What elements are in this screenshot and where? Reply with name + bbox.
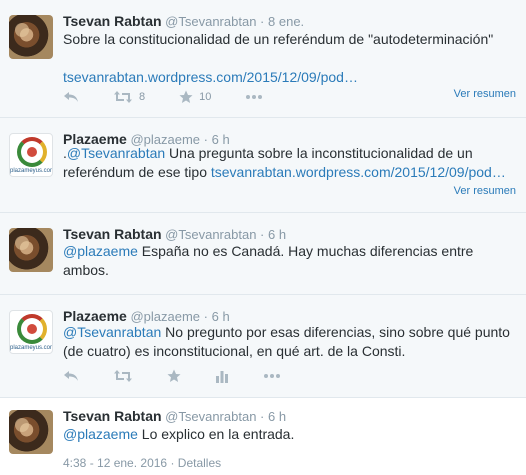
tweet[interactable]: Tsevan Rabtan @Tsevanrabtan · 6 h @plaza… [0,398,526,475]
view-summary-link[interactable]: Ver resumen [454,88,516,100]
author-handle[interactable]: @Tsevanrabtan [165,14,256,29]
author-handle[interactable]: @plazaeme [130,309,200,324]
avatar[interactable] [9,228,53,272]
tweet-text: .@Tsevanrabtan Una pregunta sobre la inc… [63,144,513,182]
avatar[interactable]: plazameyus.com [9,310,53,354]
conversation-thread: Tsevan Rabtan @Tsevanrabtan · 8 ene. Sob… [0,0,526,475]
tweet-actions [63,367,315,385]
star-icon[interactable] [167,369,181,383]
mention-link[interactable]: @Tsevanrabtan [63,324,161,340]
tweet-header: Tsevan Rabtan @Tsevanrabtan · 8 ene. [63,13,304,29]
author-handle[interactable]: @Tsevanrabtan [165,409,256,424]
tweet[interactable]: Tsevan Rabtan @Tsevanrabtan · 6 h @plaza… [0,213,526,295]
avatar[interactable] [9,15,53,59]
tweet-text: Sobre la constitucionalidad de un referé… [63,30,513,87]
tweet-text: @plazaeme Lo explico en la entrada. [63,425,513,444]
avatar[interactable]: plazameyus.com [9,133,53,177]
mention-link[interactable]: @Tsevanrabtan [67,145,165,161]
tweet-meta: 4:38 - 12 ene. 2016 · Detalles [63,456,221,470]
tweet-text: @plazaeme España no es Canadá. Hay mucha… [63,242,513,280]
tweet-header: Tsevan Rabtan @Tsevanrabtan · 6 h [63,226,286,242]
tweet-text-line: Lo explico en la entrada. [137,426,295,442]
mention-link[interactable]: @plazaeme [63,426,138,442]
tweet[interactable]: plazameyus.com Plazaeme @plazaeme · 6 h … [0,118,526,213]
author-name[interactable]: Plazaeme [63,308,127,324]
reply-icon[interactable] [63,90,79,104]
mention-link[interactable]: @plazaeme [63,243,138,259]
retweet-icon [113,90,133,104]
separator: · [170,456,178,470]
reply-icon[interactable] [63,369,79,383]
tweet-time[interactable]: 8 ene. [268,14,304,29]
author-name[interactable]: Tsevan Rabtan [63,408,162,424]
tweet-header: Tsevan Rabtan @Tsevanrabtan · 6 h [63,408,286,424]
tweet-text-line: Sobre la constitucionalidad de un referé… [63,31,494,47]
tweet[interactable]: Tsevan Rabtan @Tsevanrabtan · 8 ene. Sob… [0,0,526,118]
author-name[interactable]: Tsevan Rabtan [63,13,162,29]
details-link[interactable]: Detalles [178,456,221,470]
logo-center [25,322,39,336]
tweet-time[interactable]: 6 h [268,409,286,424]
view-summary-link[interactable]: Ver resumen [454,185,516,197]
tweet-time[interactable]: 6 h [212,309,230,324]
retweet-button[interactable]: 8 [113,90,145,104]
logo-center [25,145,39,159]
more-icon[interactable] [263,373,281,379]
tweet-time[interactable]: 6 h [268,227,286,242]
separator: · [260,409,265,424]
tweet-text: @Tsevanrabtan No pregunto por esas difer… [63,323,513,361]
tweet-actions: 8 10 [63,88,297,106]
tweet-link[interactable]: tsevanrabtan.wordpress.com/2015/12/09/po… [63,69,358,85]
tweet-link[interactable]: tsevanrabtan.wordpress.com/2015/12/09/po… [211,164,506,180]
separator: · [260,14,265,29]
tweet-timestamp: 4:38 - 12 ene. 2016 [63,456,168,470]
retweet-icon[interactable] [113,369,133,383]
avatar-caption: plazameyus.com [10,168,53,174]
avatar-caption: plazameyus.com [10,345,53,351]
retweet-count: 8 [139,91,146,103]
tweet[interactable]: plazameyus.com Plazaeme @plazaeme · 6 h … [0,295,526,398]
author-handle[interactable]: @Tsevanrabtan [165,227,256,242]
analytics-icon[interactable] [215,369,229,383]
separator: · [203,309,208,324]
author-name[interactable]: Tsevan Rabtan [63,226,162,242]
separator: · [260,227,265,242]
more-icon[interactable] [245,94,263,100]
like-count: 10 [199,91,212,103]
avatar[interactable] [9,410,53,454]
star-icon [179,90,193,104]
like-button[interactable]: 10 [179,90,211,104]
tweet-header: Plazaeme @plazaeme · 6 h [63,308,230,324]
